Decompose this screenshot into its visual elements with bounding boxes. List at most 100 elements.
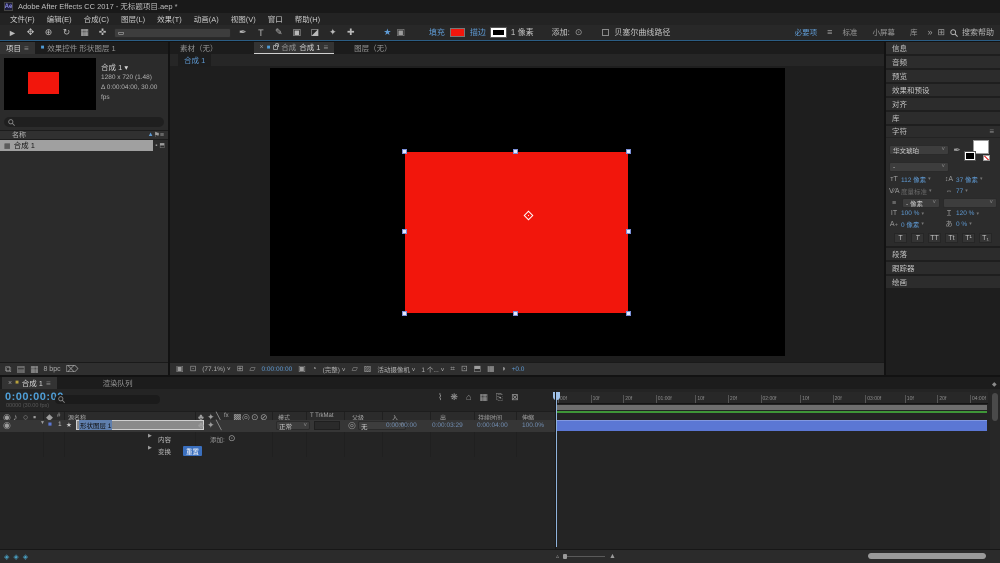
layer-expander-icon[interactable]: ▼ [40,421,45,426]
text-fill-swatch[interactable] [973,140,989,154]
zoom-out-icon[interactable]: ▵ [556,553,559,560]
menu-item[interactable]: 视图(V) [225,14,262,25]
baseline-shift-value[interactable]: 0 像素 [901,219,919,229]
layer-collapse-icon[interactable]: ✦ [207,421,215,430]
collapsed-panel[interactable]: 跟踪器 [886,262,1000,274]
spinner[interactable]: ▾ [965,188,968,194]
contents-row[interactable]: ▶ 内容 添加: ⊙ [0,433,556,443]
spinner[interactable]: ▾ [928,176,931,182]
spinner[interactable]: ▾ [980,176,983,182]
close-icon[interactable]: × [260,44,264,51]
trash-icon[interactable]: ⌦ [66,365,79,374]
columns-icon[interactable]: ≡ [160,132,164,139]
bit-depth-label[interactable]: 8 bpc [43,366,60,373]
font-style-select[interactable]: -˅ [889,162,949,172]
selection-handle[interactable] [513,311,518,316]
pixel-aspect-icon[interactable]: ⌗ [450,365,455,373]
collapsed-panel[interactable]: 效果和预设 [886,84,1000,96]
collapsed-panel[interactable]: 绘画 [886,276,1000,288]
workspace-tab[interactable]: 小屏幕 [867,27,900,38]
item-flowchart-icon[interactable]: ⬒ [159,143,168,149]
expander-icon[interactable]: ▶ [148,434,152,439]
workspace-tab[interactable]: 标准 [837,27,862,38]
selection-handle[interactable] [402,229,407,234]
project-search-input[interactable] [4,117,164,127]
exposure-icon[interactable]: ◑ [501,365,506,373]
shape-tool-icon[interactable]: ▭ [114,28,231,38]
menu-item[interactable]: 帮助(H) [289,14,326,25]
tab-timeline-comp[interactable]: × ■ 合成 1 ≡ [2,377,57,389]
bezier-path-checkbox[interactable] [602,29,609,36]
layer-in-value[interactable]: 0:00:00:00 [386,422,417,429]
hand-tool-icon[interactable]: ✥ [24,27,37,38]
menu-item[interactable]: 动画(A) [188,14,225,25]
selection-handle[interactable] [402,149,407,154]
layer-row[interactable]: ◉ ▼ ■ 1 ★ 形状图层 1 ♣ ✦ ╲ 正常˅ ◎ 无˅ 0:00:00:… [0,420,556,432]
help-search[interactable]: 搜索帮助 [950,27,994,38]
font-family-select[interactable]: 华文琥珀˅ [889,145,949,155]
timeline-search-input[interactable] [55,395,160,404]
puppet-tool-icon[interactable]: ✚ [344,27,357,38]
panel-menu-icon[interactable]: ≡ [323,43,328,52]
menu-item[interactable]: 合成(C) [78,14,115,25]
eraser-tool-icon[interactable]: ◪ [308,27,321,38]
panel-menu-icon[interactable]: ≡ [989,127,994,136]
layer-shy-icon[interactable]: ♣ [198,421,204,430]
layer-label-color[interactable]: ■ [48,421,52,428]
camera-tool-icon[interactable]: ▦ [78,27,91,38]
selection-handle[interactable] [513,149,518,154]
workspace-overflow-icon[interactable]: » [927,28,932,37]
stroke-width-select[interactable]: - 像素˅ [902,198,940,208]
reset-button[interactable]: 重置 [183,446,202,456]
vscroll-thumb[interactable] [992,393,998,421]
zoom-tool-icon[interactable]: ⊕ [42,27,55,38]
stroke-label[interactable]: 描边 [470,27,486,38]
rotobrush-tool-icon[interactable]: ✦ [326,27,339,38]
transparency-grid-icon[interactable]: ▨ [364,365,372,373]
small-caps-button[interactable]: Tt [945,233,958,243]
expand-render-time-icon[interactable]: ◈ [13,553,18,561]
all-caps-button[interactable]: TT [928,233,941,243]
menu-item[interactable]: 编辑(E) [41,14,78,25]
blend-mode-select[interactable]: 正常˅ [276,421,310,430]
layer-name-field[interactable]: 形状图层 1 [76,420,204,430]
viewer-tab-comp1[interactable]: 合成 1 [178,54,211,67]
snapshot-icon[interactable]: ▣ [298,365,306,373]
motion-blur-icon[interactable]: ⎘ [496,393,503,402]
brush-tool-icon[interactable]: ✎ [272,27,285,38]
tsume-value[interactable]: 0 % [956,221,967,228]
flowchart-icon[interactable]: ▦ [487,365,495,373]
zoom-in-icon[interactable]: ▲ [609,553,616,560]
collapsed-panel[interactable]: 对齐 [886,98,1000,110]
new-folder-icon[interactable]: ▤ [16,365,25,374]
collapsed-panel[interactable]: 段落 [886,248,1000,260]
fill-color-swatch[interactable] [450,28,465,37]
lock-icon[interactable] [273,45,278,50]
shape-star-icon[interactable]: ★ [383,28,391,37]
composition-viewport[interactable] [270,68,785,356]
leading-value[interactable]: 37 像素 [956,174,978,184]
tab-effect-controls[interactable]: ■ 效果控件 形状图层 1 [35,42,122,54]
close-icon[interactable]: × [8,380,12,387]
spinner[interactable]: ▾ [969,221,972,227]
layer-eye-icon[interactable]: ◉ [3,421,11,430]
workspace-grid-icon[interactable]: ⊞ [937,28,945,37]
frame-blend-icon[interactable]: ▦ [479,393,488,402]
expand-in-out-icon[interactable]: ◈ [4,553,9,561]
tab-project[interactable]: 项目 ≡ [0,42,35,54]
tab-footage[interactable]: 素材（无） [174,42,224,54]
stroke-color-swatch[interactable] [491,28,506,37]
workspace-menu-icon[interactable]: ≡ [827,28,832,37]
layer-out-value[interactable]: 0:00:03:29 [432,422,463,429]
expander-icon[interactable]: ▶ [148,446,152,451]
project-item-row[interactable]: ▦ 合成 1 ▪ ⬒ [0,140,168,151]
work-area-bar[interactable] [557,405,987,410]
no-color-swatch[interactable] [983,155,990,161]
composition-name[interactable]: 合成 1 ▾ [101,62,164,73]
menu-item[interactable]: 文件(F) [4,14,41,25]
stroke-style-select[interactable]: ˅ [943,198,997,208]
layer-duration-value[interactable]: 0:00:04:00 [477,422,508,429]
clone-stamp-tool-icon[interactable]: ▣ [290,27,303,38]
add-menu-icon[interactable]: ⊙ [228,434,236,443]
collapsed-panel[interactable]: 信息 [886,42,1000,54]
